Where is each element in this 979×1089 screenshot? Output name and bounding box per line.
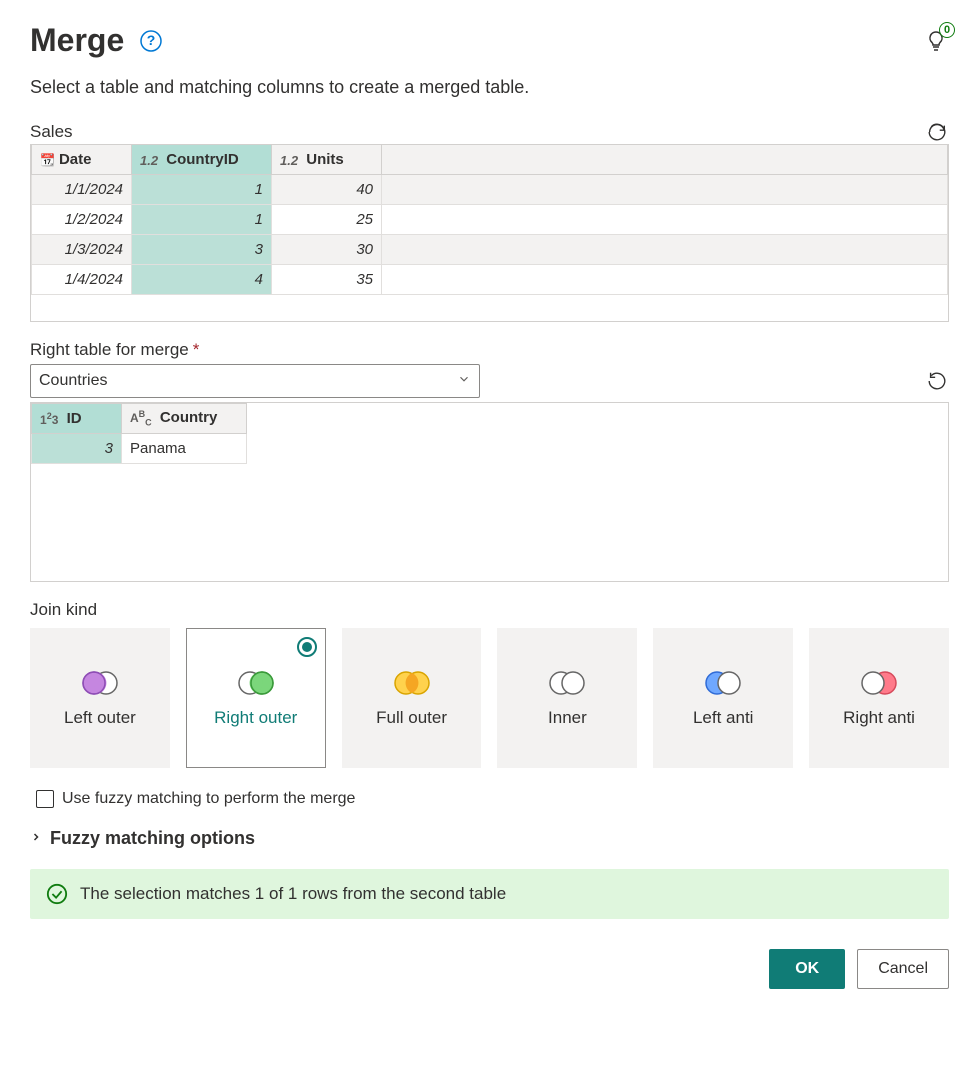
chevron-right-icon (30, 830, 42, 847)
cell-countryid: 3 (132, 235, 272, 265)
right-table-select[interactable]: Countries (30, 364, 480, 398)
calendar-icon: 📆 (40, 153, 55, 167)
join-full-outer-label: Full outer (376, 708, 447, 728)
text-type-icon: ABC (130, 409, 152, 427)
join-left-outer-label: Left outer (64, 708, 136, 728)
fuzzy-options-expander[interactable]: Fuzzy matching options (30, 828, 949, 849)
sales-col-date[interactable]: 📆Date (32, 145, 132, 175)
join-right-outer-label: Right outer (214, 708, 297, 728)
table-row[interactable]: 1/4/2024435 (32, 265, 948, 295)
right-table-selected-value: Countries (39, 372, 107, 390)
cell-countryid: 1 (132, 205, 272, 235)
svg-text:?: ? (147, 32, 156, 48)
join-inner-label: Inner (548, 708, 587, 728)
right-col-id[interactable]: 123 ID (32, 404, 122, 434)
join-right-anti-label: Right anti (843, 708, 915, 728)
match-status-text: The selection matches 1 of 1 rows from t… (80, 884, 506, 904)
cell-units: 35 (272, 265, 382, 295)
cell-countryid: 4 (132, 265, 272, 295)
join-right-outer[interactable]: Right outer (186, 628, 326, 768)
fuzzy-checkbox-label: Use fuzzy matching to perform the merge (62, 790, 355, 808)
join-left-outer[interactable]: Left outer (30, 628, 170, 768)
refresh-sales-icon[interactable] (925, 120, 949, 144)
sales-col-empty (382, 145, 948, 175)
sales-col-countryid[interactable]: 1.2 CountryID (132, 145, 272, 175)
whole-number-icon: 123 (40, 411, 58, 427)
join-left-anti-label: Left anti (693, 708, 754, 728)
fuzzy-options-label: Fuzzy matching options (50, 828, 255, 849)
decimal-icon: 1.2 (280, 153, 298, 168)
ok-button[interactable]: OK (769, 949, 845, 989)
cell-date: 1/4/2024 (32, 265, 132, 295)
chevron-down-icon (457, 372, 471, 391)
idea-count-badge: 0 (939, 22, 955, 38)
cell-units: 25 (272, 205, 382, 235)
join-full-outer[interactable]: Full outer (342, 628, 482, 768)
venn-left-anti-icon (701, 668, 745, 698)
right-table-preview: 123 ID ABC Country 3Panama (31, 403, 247, 464)
cell-units: 40 (272, 175, 382, 205)
sales-table: 📆Date 1.2 CountryID 1.2 Units 1/1/202414… (31, 144, 948, 322)
table-row[interactable]: 3Panama (32, 434, 247, 464)
cell-empty (382, 235, 948, 265)
cell-id: 3 (32, 434, 122, 464)
dialog-title: Merge (30, 22, 124, 59)
join-right-anti[interactable]: Right anti (809, 628, 949, 768)
join-left-anti[interactable]: Left anti (653, 628, 793, 768)
venn-inner-icon (545, 668, 589, 698)
join-kind-label: Join kind (30, 600, 949, 620)
cell-units: 30 (272, 235, 382, 265)
cell-date: 1/3/2024 (32, 235, 132, 265)
join-inner[interactable]: Inner (497, 628, 637, 768)
table-row[interactable]: 1/2/2024125 (32, 205, 948, 235)
cancel-button[interactable]: Cancel (857, 949, 949, 989)
right-table-label: Right table for merge (30, 340, 189, 360)
venn-right-outer-icon (234, 668, 278, 698)
fuzzy-checkbox[interactable] (36, 790, 54, 808)
cell-empty (382, 175, 948, 205)
cell-empty (382, 265, 948, 295)
match-status-bar: The selection matches 1 of 1 rows from t… (30, 869, 949, 919)
table-row[interactable]: 1/3/2024330 (32, 235, 948, 265)
idea-icon[interactable]: 0 (923, 28, 949, 54)
cell-date: 1/2/2024 (32, 205, 132, 235)
dialog-subtitle: Select a table and matching columns to c… (30, 77, 949, 98)
venn-right-anti-icon (857, 668, 901, 698)
cell-country: Panama (122, 434, 247, 464)
cell-empty (382, 205, 948, 235)
table-row[interactable]: 1/1/2024140 (32, 175, 948, 205)
venn-left-outer-icon (78, 668, 122, 698)
refresh-right-table-icon[interactable] (925, 369, 949, 393)
check-circle-icon (46, 883, 68, 905)
sales-col-units[interactable]: 1.2 Units (272, 145, 382, 175)
venn-full-outer-icon (390, 668, 434, 698)
cell-countryid: 1 (132, 175, 272, 205)
cell-date: 1/1/2024 (32, 175, 132, 205)
sales-label: Sales (30, 122, 73, 142)
radio-selected-icon (297, 637, 317, 657)
help-icon[interactable]: ? (138, 28, 164, 54)
decimal-icon: 1.2 (140, 153, 158, 168)
right-col-country[interactable]: ABC Country (122, 404, 247, 434)
required-asterisk: * (193, 340, 200, 360)
